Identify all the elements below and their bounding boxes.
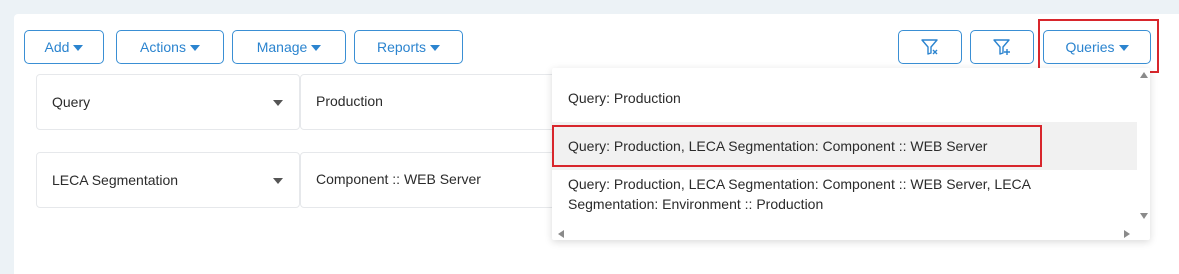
query-option[interactable]: Query: Production <box>552 88 1137 108</box>
scroll-up-icon[interactable] <box>1140 72 1148 78</box>
reports-button-label: Reports <box>376 39 427 55</box>
add-filter-button[interactable] <box>970 30 1034 64</box>
filter-value-input-query[interactable]: Production <box>300 74 562 130</box>
chevron-down-icon <box>273 100 283 106</box>
manage-button-label: Manage <box>256 39 308 55</box>
chevron-down-icon <box>1118 45 1129 51</box>
actions-button[interactable]: Actions <box>116 30 224 64</box>
chevron-down-icon <box>430 45 441 51</box>
filter-clear-icon <box>921 39 938 55</box>
filter-field-select-leca[interactable]: LECA Segmentation <box>36 152 300 208</box>
filter-value-input-leca[interactable]: Component :: WEB Server <box>300 152 562 208</box>
query-option-hovered[interactable]: Query: Production, LECA Segmentation: Co… <box>552 122 1137 170</box>
manage-button[interactable]: Manage <box>232 30 346 64</box>
scroll-right-icon[interactable] <box>1124 230 1130 238</box>
clear-filter-button[interactable] <box>898 30 962 64</box>
queries-button-label: Queries <box>1065 39 1115 55</box>
chevron-down-icon <box>73 45 84 51</box>
query-option-label: Query: Production, LECA Segmentation: Co… <box>568 176 1031 212</box>
filter-add-icon <box>993 39 1010 55</box>
query-option-label: Query: Production, LECA Segmentation: Co… <box>568 138 988 154</box>
filter-field-select-query[interactable]: Query <box>36 74 300 130</box>
queries-button[interactable]: Queries <box>1043 30 1151 64</box>
scroll-left-icon[interactable] <box>558 230 564 238</box>
filter-field-label: LECA Segmentation <box>52 172 179 188</box>
actions-button-label: Actions <box>140 39 186 55</box>
query-option-label: Query: Production <box>568 90 681 106</box>
filter-value-text: Production <box>316 93 383 109</box>
filter-field-label: Query <box>52 94 91 110</box>
queries-dropdown-menu: Query: Production Query: Production, LEC… <box>552 68 1150 240</box>
filter-value-text: Component :: WEB Server <box>316 171 481 187</box>
chevron-down-icon <box>189 45 200 51</box>
scroll-down-icon[interactable] <box>1140 213 1148 219</box>
reports-button[interactable]: Reports <box>354 30 463 64</box>
query-option[interactable]: Query: Production, LECA Segmentation: Co… <box>552 174 1137 214</box>
chevron-down-icon <box>311 45 322 51</box>
add-button-label: Add <box>44 39 70 55</box>
add-button[interactable]: Add <box>24 30 104 64</box>
chevron-down-icon <box>273 178 283 184</box>
